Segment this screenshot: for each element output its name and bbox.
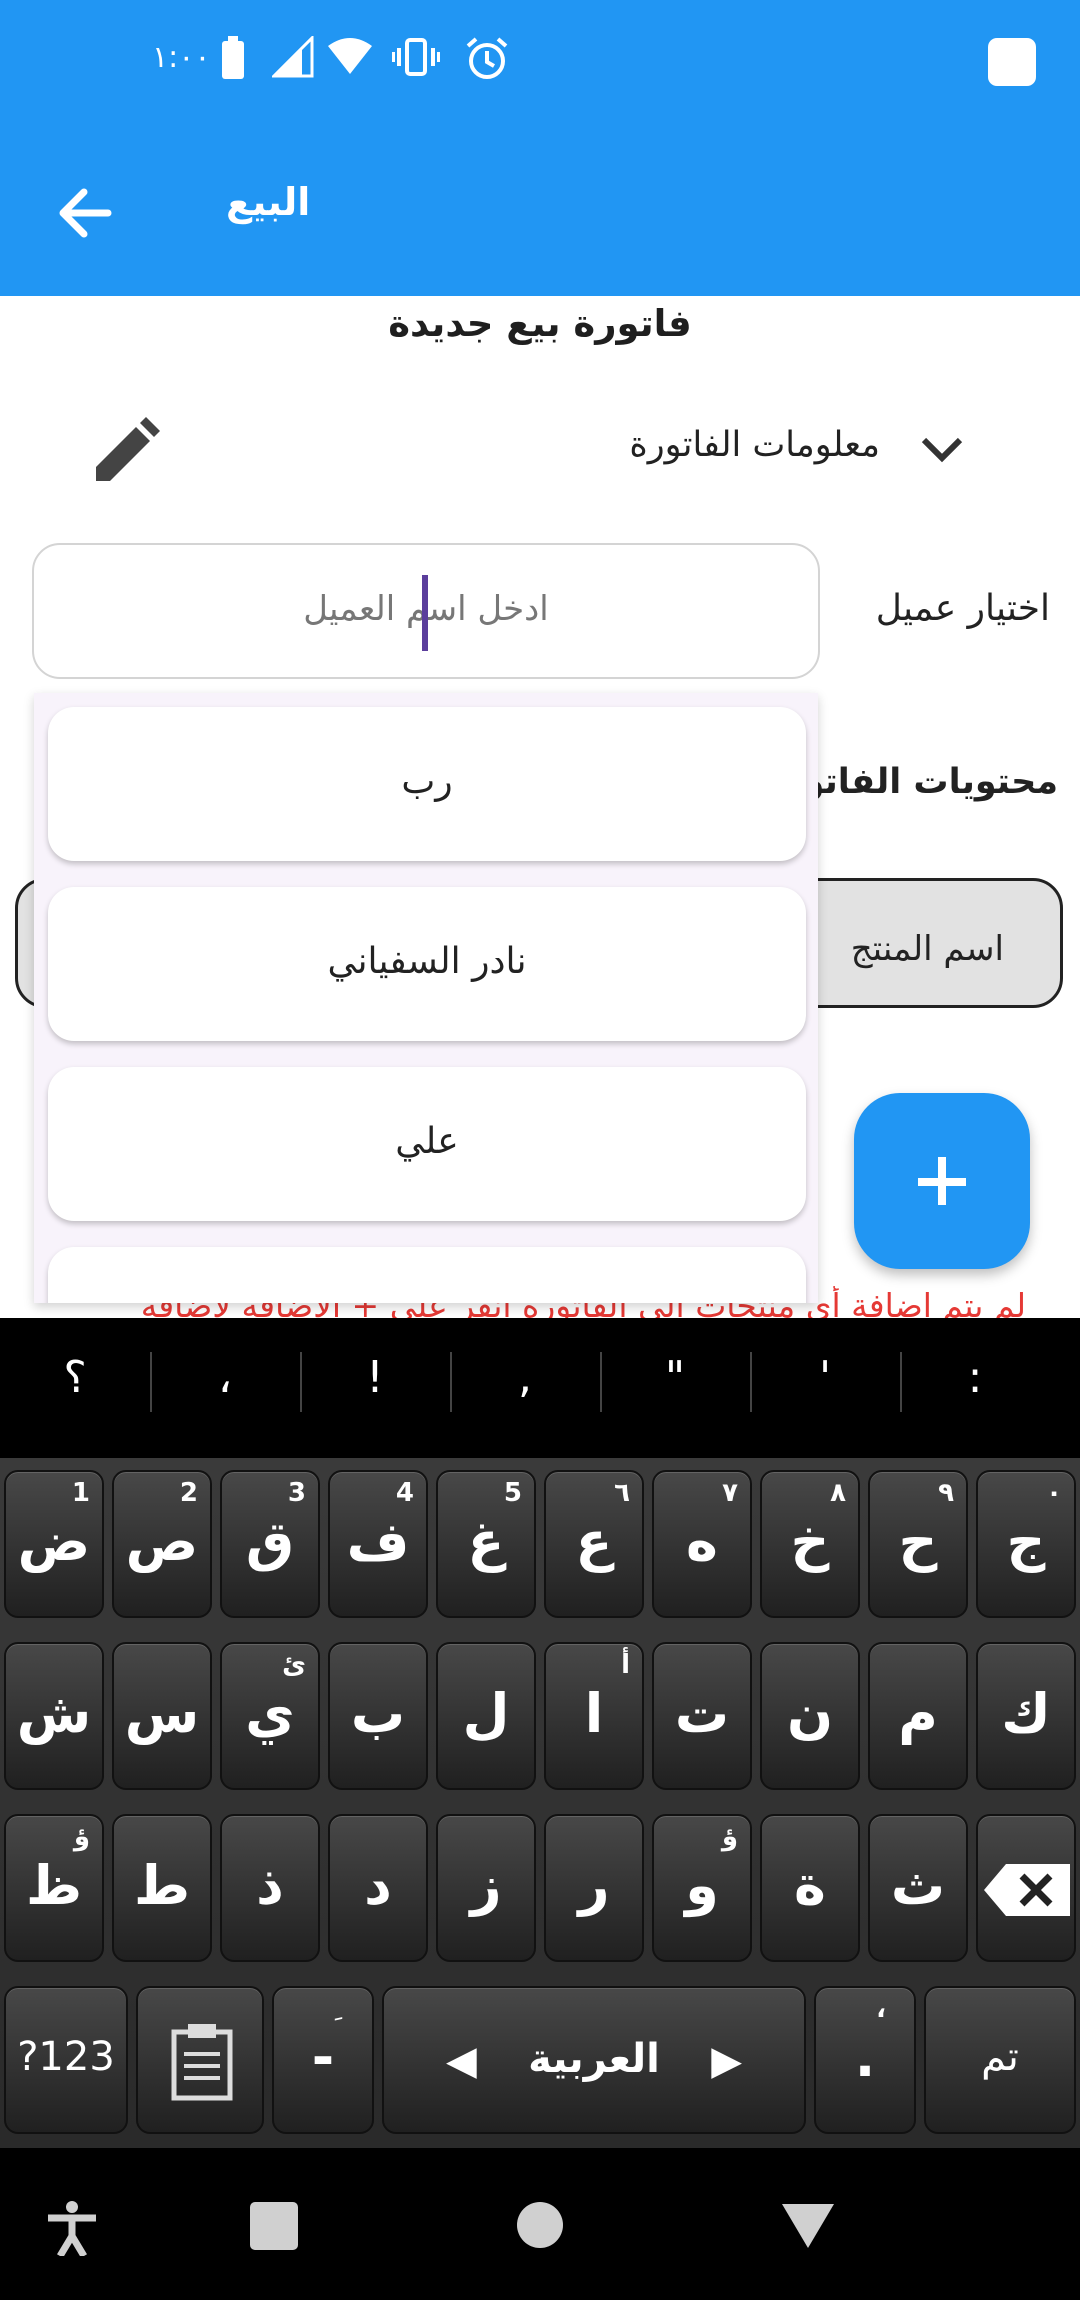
key-zay[interactable]: ز (436, 1814, 536, 1962)
signal-icon (272, 36, 314, 78)
suggestion-single-quote[interactable]: ' (750, 1352, 900, 1403)
key-space[interactable]: ◀ العربية ▶ (382, 1986, 806, 2134)
suggestion-arabic-comma[interactable]: ، (150, 1352, 300, 1403)
app-title: البيع (226, 180, 311, 224)
key-hha[interactable]: ٩ح (868, 1470, 968, 1618)
key-nun[interactable]: ن (760, 1642, 860, 1790)
client-search-input[interactable]: ادخل اسم العميل (32, 543, 820, 679)
key-dad[interactable]: 1ض (4, 1470, 104, 1618)
home-icon[interactable] (517, 2202, 563, 2248)
client-suggestion-item[interactable] (48, 1247, 806, 1303)
chevron-down-icon[interactable] (914, 430, 970, 470)
key-alif[interactable]: أا (544, 1642, 644, 1790)
key-mim[interactable]: م (868, 1642, 968, 1790)
key-done[interactable]: تم (924, 1986, 1076, 2134)
key-ya[interactable]: ئي (220, 1642, 320, 1790)
edit-pencil-icon[interactable] (90, 415, 162, 487)
text-caret (422, 575, 428, 651)
key-ba[interactable]: ب (328, 1642, 428, 1790)
suggestion-comma[interactable]: , (450, 1352, 600, 1403)
add-product-button[interactable] (854, 1093, 1030, 1269)
key-fa[interactable]: 4ف (328, 1470, 428, 1618)
back-nav-icon[interactable] (780, 2202, 836, 2250)
clipboard-icon (171, 2024, 233, 2101)
key-period[interactable]: ،. (814, 1986, 916, 2134)
key-sin[interactable]: س (112, 1642, 212, 1790)
battery-icon (222, 36, 244, 79)
key-ha[interactable]: ٧ه (652, 1470, 752, 1618)
key-symbols[interactable]: ?123 (4, 1986, 128, 2134)
accessibility-icon[interactable] (46, 2200, 98, 2256)
key-dhal[interactable]: ذ (220, 1814, 320, 1962)
client-suggestions-dropdown: رب نادر السفياني علي (34, 693, 818, 1303)
key-ta-marbuta[interactable]: ة (760, 1814, 860, 1962)
key-ghain[interactable]: 5غ (436, 1470, 536, 1618)
invoice-info-toggle[interactable]: معلومات الفاتورة (629, 425, 880, 465)
column-product-name: اسم المنتج (850, 929, 1004, 969)
key-backspace[interactable] (976, 1814, 1076, 1962)
key-shin[interactable]: ش (4, 1642, 104, 1790)
app-bar: ١:٠٠ البيع (0, 0, 1080, 296)
arrow-back-icon[interactable] (52, 178, 122, 248)
key-tah[interactable]: ط (112, 1814, 212, 1962)
keyboard-keys: 1ض 2ص 3ق 4ف 5غ ٦ع ٧ه ٨خ ٩ح ٠ج ش س ئي ب ل… (0, 1458, 1080, 2148)
wifi-icon (328, 38, 372, 74)
client-suggestion-item[interactable]: نادر السفياني (48, 887, 806, 1041)
key-clipboard[interactable] (136, 1986, 264, 2134)
key-ta[interactable]: ت (652, 1642, 752, 1790)
client-label: اختيار عميل (875, 588, 1050, 629)
suggestion-colon[interactable]: : (900, 1352, 1050, 1403)
key-dal[interactable]: د (328, 1814, 428, 1962)
recents-icon[interactable] (250, 2202, 298, 2250)
language-next-icon: ▶ (711, 2038, 742, 2084)
key-kha[interactable]: ٨خ (760, 1470, 860, 1618)
suggestion-question[interactable]: ؟ (0, 1352, 150, 1403)
key-ra[interactable]: ر (544, 1814, 644, 1962)
key-dha[interactable]: ؤظ (4, 1814, 104, 1962)
soft-keyboard: ؟ ، ! , " ' : 1ض 2ص 3ق 4ف 5غ ٦ع ٧ه ٨خ ٩ح… (0, 1318, 1080, 2148)
vibrate-icon (392, 38, 440, 76)
suggestion-exclamation[interactable]: ! (300, 1352, 450, 1403)
backspace-icon (984, 1864, 1070, 1916)
page-title: فاتورة بيع جديدة (388, 302, 692, 345)
system-nav-bar (0, 2148, 1080, 2300)
key-waw[interactable]: ؤو (652, 1814, 752, 1962)
key-lam[interactable]: ل (436, 1642, 536, 1790)
key-dash[interactable]: ِ- (272, 1986, 374, 2134)
status-time: ١:٠٠ (152, 40, 211, 75)
key-qaf[interactable]: 3ق (220, 1470, 320, 1618)
client-suggestion-item[interactable]: رب (48, 707, 806, 861)
suggestion-double-quote[interactable]: " (600, 1352, 750, 1403)
key-kaf[interactable]: ك (976, 1642, 1076, 1790)
key-tha[interactable]: ث (868, 1814, 968, 1962)
alarm-icon (466, 37, 508, 79)
keyboard-suggestion-row: ؟ ، ! , " ' : (0, 1318, 1080, 1458)
key-ain[interactable]: ٦ع (544, 1470, 644, 1618)
client-suggestion-item[interactable]: علي (48, 1067, 806, 1221)
status-notification-icon (988, 38, 1036, 86)
key-sad[interactable]: 2ص (112, 1470, 212, 1618)
key-jim[interactable]: ٠ج (976, 1470, 1076, 1618)
